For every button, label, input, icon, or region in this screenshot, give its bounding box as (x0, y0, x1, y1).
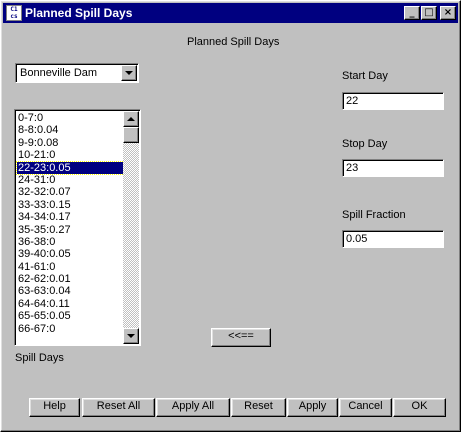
reset-button[interactable]: Reset (231, 398, 286, 417)
app-icon[interactable]: C1 cs (6, 5, 22, 21)
list-item[interactable]: 22-23:0.05 (16, 160, 125, 175)
start-day-field[interactable]: 22 (342, 92, 444, 110)
list-item[interactable]: 33-33:0.15 (17, 199, 124, 211)
chevron-down-icon[interactable] (121, 65, 137, 81)
list-item[interactable]: 24-31:0 (17, 174, 124, 186)
list-item[interactable]: 39-40:0.05 (17, 248, 124, 260)
list-item[interactable]: 34-34:0.17 (17, 211, 124, 223)
cancel-button[interactable]: Cancel (339, 398, 392, 417)
list-item[interactable]: 64-64:0.11 (17, 298, 124, 310)
scroll-up-icon[interactable] (123, 111, 139, 127)
list-item[interactable]: 10-21:0 (17, 149, 124, 161)
list-item[interactable]: 63-63:0.04 (17, 285, 124, 297)
start-day-label: Start Day (342, 70, 388, 82)
list-item[interactable]: 62-62:0.01 (17, 273, 124, 285)
list-item[interactable]: 35-35:0.27 (17, 224, 124, 236)
scroll-thumb[interactable] (123, 127, 139, 143)
list-item[interactable]: 9-9:0.08 (17, 137, 124, 149)
list-scrollbar[interactable] (123, 111, 139, 344)
spill-days-list[interactable]: 0-7:0 8-8:0.04 9-9:0.08 10-21:0 22-23:0.05 24… (14, 109, 141, 346)
page-title: Planned Spill Days (187, 36, 280, 48)
window-title: Planned Spill Days (25, 6, 133, 20)
dam-select-value: Bonneville Dam (20, 67, 98, 79)
spill-fraction-field[interactable]: 0.05 (342, 230, 444, 248)
list-item[interactable]: 0-7:0 (17, 112, 124, 124)
list-item[interactable]: 66-67:0 (17, 323, 124, 335)
maximize-button[interactable]: □ (421, 6, 437, 20)
dam-select[interactable]: Bonneville Dam (15, 63, 139, 83)
stop-day-field[interactable]: 23 (342, 159, 444, 177)
scroll-down-icon[interactable] (123, 328, 139, 344)
help-button[interactable]: Help (29, 398, 80, 417)
minimize-button[interactable]: _ (404, 6, 420, 20)
transfer-to-list-button[interactable]: <<== (211, 328, 271, 347)
list-item[interactable]: 32-32:0.07 (17, 186, 124, 198)
list-item[interactable]: 41-61:0 (17, 261, 124, 273)
title-bar[interactable]: C1 cs Planned Spill Days _ □ × (3, 3, 458, 23)
spill-days-label: Spill Days (15, 352, 64, 364)
planned-spill-days-window: C1 cs Planned Spill Days _ □ × Planned Sp… (0, 0, 461, 432)
close-button[interactable]: × (440, 6, 456, 20)
stop-day-label: Stop Day (342, 138, 388, 150)
spill-days-items: 0-7:0 8-8:0.04 9-9:0.08 10-21:0 22-23:0.05 24… (16, 112, 125, 335)
list-item[interactable]: 65-65:0.05 (17, 310, 124, 322)
apply-button[interactable]: Apply (287, 398, 338, 417)
reset-all-button[interactable]: Reset All (82, 398, 155, 417)
list-item[interactable]: 36-38:0 (17, 236, 124, 248)
list-item[interactable]: 8-8:0.04 (17, 124, 124, 136)
ok-button[interactable]: OK (393, 398, 446, 417)
spill-fraction-label: Spill Fraction (342, 209, 406, 221)
apply-all-button[interactable]: Apply All (156, 398, 230, 417)
